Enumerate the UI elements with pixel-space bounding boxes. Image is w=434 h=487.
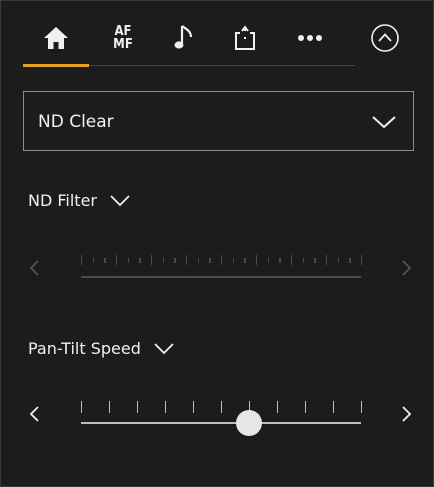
nd-filter-toggle[interactable]: ND Filter xyxy=(28,191,131,210)
slider-tick xyxy=(267,257,269,263)
slider-tick xyxy=(165,401,167,413)
slider-tick xyxy=(244,257,246,263)
af-mf-icon: AF MF xyxy=(113,25,133,51)
home-icon xyxy=(44,27,68,49)
tab-audio[interactable] xyxy=(160,13,210,63)
collapse-button[interactable] xyxy=(360,13,410,63)
chevron-down-icon xyxy=(110,194,130,206)
slider-tick xyxy=(314,257,316,263)
arrow-right-icon[interactable] xyxy=(396,255,416,281)
slider-tick xyxy=(92,257,94,263)
tab-more[interactable] xyxy=(285,13,335,63)
slider-tick xyxy=(302,257,304,263)
nd-mode-value: ND Clear xyxy=(38,112,114,132)
slider-tick xyxy=(151,255,153,265)
nd-filter-label: ND Filter xyxy=(28,191,97,210)
slider-tick xyxy=(221,401,223,413)
control-panel: AF MF ND Clear ND Filter Pan-Tilt Speed xyxy=(0,0,434,487)
nd-filter-track xyxy=(81,276,361,278)
arrow-right-icon[interactable] xyxy=(396,401,416,427)
tab-af-mf[interactable]: AF MF xyxy=(98,13,148,63)
pan-tilt-thumb[interactable] xyxy=(236,410,262,436)
slider-tick xyxy=(186,255,188,265)
slider-tick xyxy=(104,257,106,263)
slider-tick xyxy=(232,257,234,263)
slider-tick xyxy=(256,255,258,265)
pan-tilt-label: Pan-Tilt Speed xyxy=(28,339,141,358)
slider-tick xyxy=(139,257,141,263)
mf-label: MF xyxy=(113,37,133,52)
slider-tick xyxy=(277,401,279,413)
arrow-left-icon[interactable] xyxy=(25,255,45,281)
slider-tick xyxy=(361,401,363,413)
collapse-up-icon xyxy=(371,24,399,52)
slider-tick xyxy=(137,401,139,413)
tab-home[interactable] xyxy=(31,13,81,63)
tab-bar: AF MF xyxy=(23,13,418,63)
pan-tilt-track xyxy=(81,422,361,424)
music-note-icon xyxy=(174,25,193,49)
slider-tick xyxy=(209,257,211,263)
chevron-down-icon xyxy=(154,342,174,354)
slider-tick xyxy=(305,401,307,413)
slider-tick xyxy=(193,401,195,413)
slider-tick xyxy=(197,257,199,263)
nd-filter-ticks xyxy=(81,255,363,269)
slider-tick xyxy=(81,255,83,265)
tab-export[interactable] xyxy=(220,13,270,63)
slider-tick xyxy=(333,401,335,413)
more-icon xyxy=(298,35,322,41)
slider-tick xyxy=(361,255,363,265)
arrow-left-icon[interactable] xyxy=(25,401,45,427)
slider-tick xyxy=(81,401,83,413)
active-tab-indicator xyxy=(23,64,89,67)
export-icon xyxy=(235,25,255,50)
slider-tick xyxy=(116,255,118,265)
nd-mode-dropdown[interactable]: ND Clear xyxy=(23,91,414,151)
slider-tick xyxy=(337,257,339,263)
pan-tilt-toggle[interactable]: Pan-Tilt Speed xyxy=(28,339,175,358)
pan-tilt-ticks xyxy=(81,401,363,415)
slider-tick xyxy=(174,257,176,263)
chevron-down-icon xyxy=(372,116,396,129)
slider-tick xyxy=(221,255,223,265)
pan-tilt-slider[interactable] xyxy=(23,389,418,439)
slider-tick xyxy=(109,401,111,413)
slider-tick xyxy=(291,255,293,265)
slider-tick xyxy=(349,257,351,263)
slider-tick xyxy=(326,255,328,265)
slider-tick xyxy=(279,257,281,263)
nd-filter-slider[interactable] xyxy=(23,243,418,293)
slider-tick xyxy=(127,257,129,263)
slider-tick xyxy=(162,257,164,263)
